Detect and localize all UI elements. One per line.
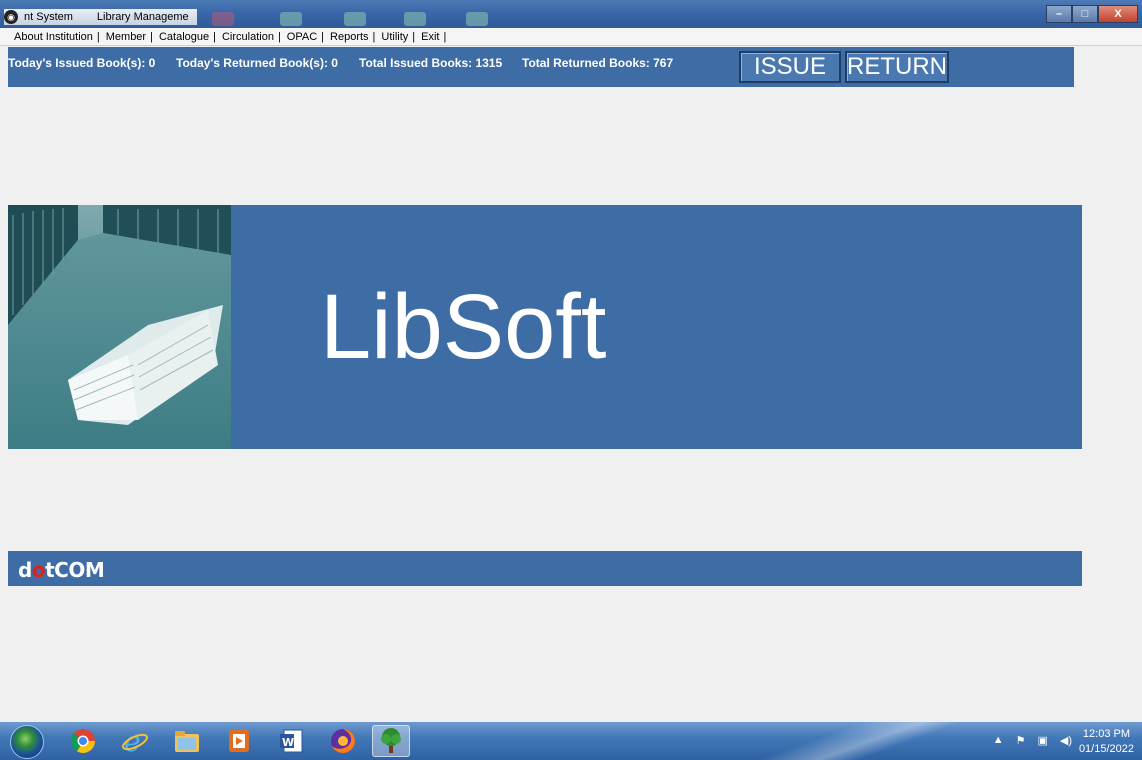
menu-about-institution[interactable]: About Institution <box>14 31 93 43</box>
title-tab-strip[interactable]: ◉ nt System Library Manageme <box>4 9 197 25</box>
media-player-icon[interactable] <box>220 725 258 757</box>
library-book-image <box>8 205 231 449</box>
file-explorer-icon[interactable] <box>168 725 206 757</box>
issue-button[interactable]: ISSUE <box>739 51 841 83</box>
menu-separator: | <box>321 30 325 43</box>
minimize-button[interactable]: – <box>1046 5 1072 23</box>
close-button[interactable]: X <box>1098 5 1138 23</box>
show-hidden-icons-icon[interactable]: ▲ <box>993 734 1004 747</box>
firefox-icon[interactable] <box>324 725 362 757</box>
internet-explorer-icon[interactable]: e <box>116 725 154 757</box>
chrome-icon[interactable] <box>64 725 102 757</box>
today-issued-count: Today's Issued Book(s): 0 <box>8 56 156 70</box>
app-window: ◉ nt System Library Manageme – □ X About… <box>0 0 1142 760</box>
clock-date: 01/15/2022 <box>1078 743 1134 755</box>
footer-bar: dotCOM <box>8 551 1082 586</box>
taskbar-clock[interactable]: 12:03 PM 01/15/2022 <box>1079 727 1134 757</box>
start-button[interactable] <box>10 725 44 759</box>
banner: LibSoft <box>8 205 1082 449</box>
svg-text:W: W <box>282 736 294 749</box>
window-controls: – □ X <box>1046 5 1138 23</box>
menu-separator: | <box>277 30 281 43</box>
brand-highlight: o <box>31 558 46 582</box>
network-icon[interactable]: ▣ <box>1037 734 1047 747</box>
menu-separator: | <box>443 30 447 43</box>
titlebar-thumbnail <box>404 12 426 26</box>
clock-time: 12:03 PM <box>1082 728 1131 740</box>
menu-catalogue[interactable]: Catalogue <box>159 31 209 43</box>
menu-separator: | <box>213 30 216 43</box>
titlebar-thumbnail <box>466 12 488 26</box>
titlebar-thumbnail <box>212 12 234 26</box>
menu-circulation[interactable]: Circulation <box>222 31 274 43</box>
total-returned-count: Total Returned Books: 767 <box>522 56 674 70</box>
menu-opac[interactable]: OPAC <box>287 31 317 43</box>
volume-icon[interactable]: ◀) <box>1060 734 1072 747</box>
menu-separator: | <box>96 30 100 43</box>
titlebar-thumbnail <box>280 12 302 26</box>
app-icon: ◉ <box>4 10 18 24</box>
menu-exit[interactable]: Exit <box>421 31 439 43</box>
total-issued-count: Total Issued Books: 1315 <box>359 56 503 70</box>
menu-utility[interactable]: Utility <box>381 31 408 43</box>
libsoft-tree-icon[interactable] <box>372 725 410 757</box>
brand-logo: dotCOM <box>18 558 105 582</box>
menu-reports[interactable]: Reports <box>330 31 369 43</box>
app-title: LibSoft <box>320 276 607 378</box>
return-button[interactable]: RETURN <box>845 51 949 83</box>
action-center-flag-icon[interactable]: ⚑ <box>1016 734 1026 747</box>
brand-suffix: tCOM <box>45 558 105 582</box>
stats-bar: Today's Issued Book(s): 0 Today's Return… <box>8 47 1074 87</box>
menu-bar: About Institution | Member | Catalogue | Ci… <box>0 28 1142 46</box>
menu-separator: | <box>372 30 376 43</box>
brand-prefix: d <box>18 558 32 582</box>
system-tray: ▲ ⚑ ▣ ◀) <box>993 734 1072 747</box>
menu-member[interactable]: Member <box>106 31 146 43</box>
window-title: nt System <box>24 11 73 23</box>
title-bar: ◉ nt System Library Manageme – □ X <box>0 0 1142 28</box>
menu-separator: | <box>412 30 416 43</box>
window-title-secondary: Library Manageme <box>96 11 189 23</box>
maximize-button[interactable]: □ <box>1072 5 1098 23</box>
titlebar-thumbnail <box>344 12 366 26</box>
today-returned-count: Today's Returned Book(s): 0 <box>176 56 338 70</box>
menu-separator: | <box>150 30 153 43</box>
taskbar: e W ▲ ⚑ ▣ ◀) 12:03 PM 01/15/2022 <box>0 722 1142 760</box>
word-icon[interactable]: W <box>272 725 310 757</box>
